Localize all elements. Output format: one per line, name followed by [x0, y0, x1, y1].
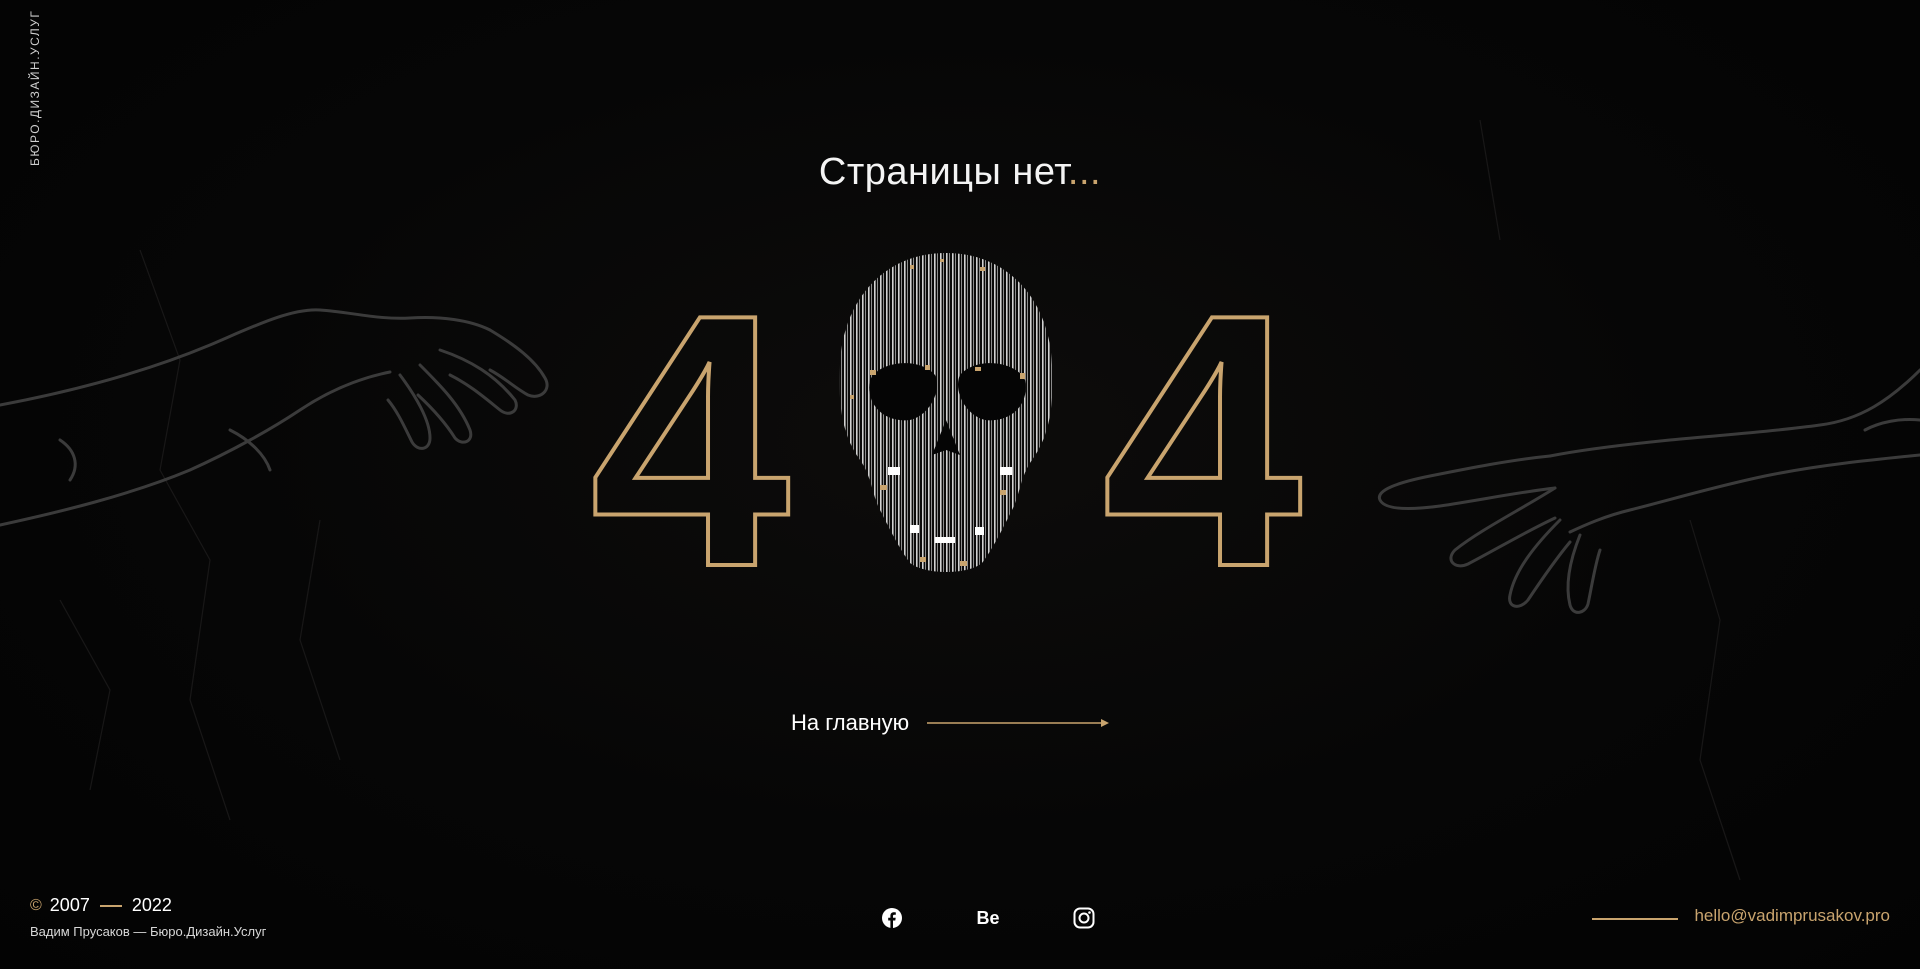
home-link[interactable]: На главную — [791, 710, 1111, 736]
copyright: © 2007 2022 — [30, 895, 266, 916]
page: БЮРО.ДИЗАЙН.УСЛУГ Страницы нет... 4 4 На… — [0, 0, 1920, 969]
right-hand-illustration — [1377, 368, 1920, 614]
error-digit-left: 4 — [590, 245, 793, 642]
behance-link[interactable]: Be — [940, 902, 1036, 934]
social-links: Be — [844, 902, 1132, 934]
skull-icon — [839, 253, 1053, 572]
page-title-dots: ... — [1067, 151, 1102, 194]
facebook-link[interactable] — [844, 902, 940, 934]
arrow-right-icon — [927, 719, 1110, 727]
page-title-text: Страницы нет — [818, 151, 1068, 194]
home-link-label: На главную — [791, 710, 910, 735]
copyright-dash — [99, 904, 122, 907]
error-digit-right: 4 — [1102, 245, 1305, 642]
left-hand-illustration — [0, 308, 549, 527]
instagram-link[interactable] — [1036, 902, 1132, 934]
copyright-end-year: 2022 — [131, 895, 172, 915]
instagram-icon — [1073, 907, 1095, 929]
author-text: Вадим Прусаков — Бюро.Дизайн.Услуг — [30, 924, 267, 939]
contact-line — [1592, 918, 1679, 920]
copyright-start-year: 2007 — [49, 895, 90, 915]
side-caption: БЮРО.ДИЗАЙН.УСЛУГ — [28, 9, 42, 166]
copyright-symbol: © — [30, 896, 42, 914]
facebook-icon — [882, 908, 902, 928]
contact: hello@vadimprusakov.pro — [1592, 906, 1890, 926]
behance-icon: Be — [976, 907, 1000, 928]
email-link[interactable]: hello@vadimprusakov.pro — [1694, 906, 1890, 926]
page-title: Страницы нет... — [0, 151, 1920, 194]
footer-info: © 2007 2022 Вадим Прусаков — Бюро.Дизайн… — [30, 895, 266, 939]
error-code-graphic: 4 4 — [588, 245, 1307, 644]
